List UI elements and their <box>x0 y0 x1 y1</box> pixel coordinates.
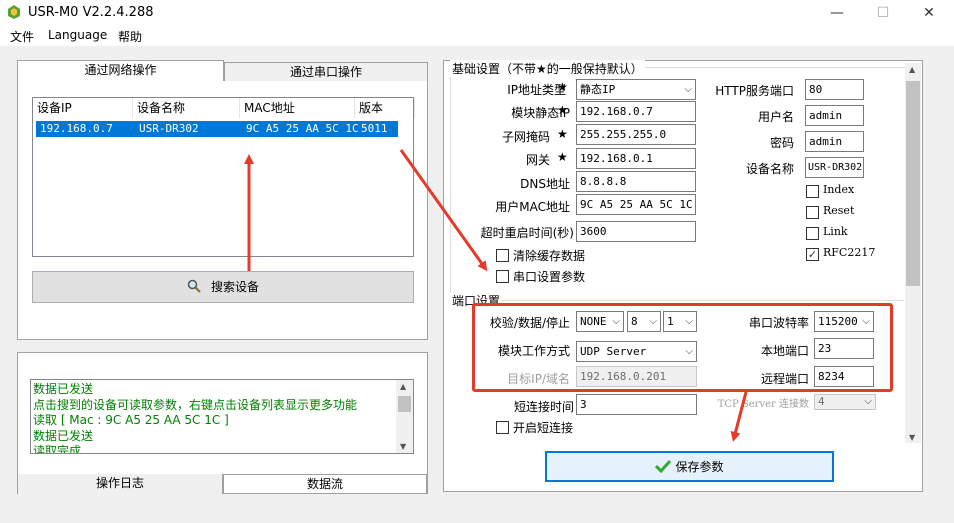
ip-type-label: IP地址类型 <box>507 83 566 97</box>
cell-ip: 192.168.0.7 <box>40 122 113 135</box>
scroll-up-icon[interactable]: ▲ <box>400 382 406 391</box>
mac-label: 用户MAC地址 <box>495 200 570 214</box>
clear-cache-checkbox[interactable] <box>496 249 509 262</box>
window-title: USR-M0 V2.2.4.288 <box>28 5 154 20</box>
index-checkbox[interactable] <box>806 185 819 198</box>
http-port-input[interactable]: 80 <box>805 79 864 100</box>
serial-params-label: 串口设置参数 <box>513 270 586 284</box>
device-name-input[interactable]: USR-DR302 <box>805 157 864 178</box>
cell-mac: 9C A5 25 AA 5C 1C <box>246 122 359 135</box>
cell-name: USR-DR302 <box>139 122 199 135</box>
reboot-time-input[interactable]: 3600 <box>576 221 696 242</box>
index-label: Index <box>823 183 855 196</box>
minimize-button[interactable]: — <box>814 0 860 26</box>
enable-short-conn-label: 开启短连接 <box>513 421 574 435</box>
gateway-input[interactable]: 192.168.0.1 <box>576 148 696 169</box>
network-panel: 设备IP 设备名称 MAC地址 版本 192.168.0.7 USR-DR302… <box>17 81 428 340</box>
tcp-conn-label: TCP Server 连接数 <box>717 399 809 410</box>
maximize-button[interactable]: ☐ <box>860 0 906 26</box>
scroll-down-icon[interactable]: ▼ <box>909 433 915 442</box>
star-icon: ★ <box>557 127 568 141</box>
tab-network[interactable]: 通过网络操作 <box>17 60 224 82</box>
log-textarea[interactable]: 数据已发送 点击搜到的设备可读取参数，右键点击设备列表显示更多功能 读取 [ M… <box>30 379 414 454</box>
scroll-thumb[interactable] <box>398 396 411 412</box>
column-header-name[interactable]: 设备名称 <box>133 98 240 118</box>
static-ip-input[interactable]: 192.168.0.7 <box>576 101 696 122</box>
link-checkbox[interactable] <box>806 227 819 240</box>
star-icon: ★ <box>557 150 568 164</box>
log-line: 点击搜到的设备可读取参数，右键点击设备列表显示更多功能 <box>33 397 358 412</box>
star-icon: ★ <box>557 103 568 117</box>
reboot-time-label: 超时重启时间(秒) <box>480 226 574 240</box>
menu-file[interactable]: 文件 <box>10 28 34 45</box>
log-line: 读取完成 <box>33 444 82 454</box>
cell-version: 5011 <box>361 122 388 135</box>
log-line: 读取 [ Mac : 9C A5 25 AA 5C 1C ] <box>33 413 229 427</box>
tab-serial[interactable]: 通过串口操作 <box>224 62 428 82</box>
checkmark-icon: ✓ <box>807 248 818 261</box>
search-icon <box>187 279 201 293</box>
serial-params-checkbox[interactable] <box>496 270 509 283</box>
log-panel: 数据已发送 点击搜到的设备可读取参数，右键点击设备列表显示更多功能 读取 [ M… <box>17 352 428 494</box>
app-icon <box>8 5 20 19</box>
menu-language[interactable]: Language <box>48 28 107 42</box>
dns-input[interactable]: 8.8.8.8 <box>576 171 696 192</box>
chevron-down-icon: ⌵ <box>684 84 692 95</box>
password-input[interactable]: admin <box>805 131 864 152</box>
rfc2217-label: RFC2217 <box>823 246 876 259</box>
menu-bar: 文件 Language 帮助 <box>0 26 954 46</box>
search-device-button[interactable]: 搜索设备 <box>32 271 414 303</box>
column-header-mac[interactable]: MAC地址 <box>240 98 355 118</box>
ip-type-value: 静态IP <box>580 83 616 96</box>
checkmark-icon <box>655 459 672 474</box>
log-line: 数据已发送 <box>33 382 94 396</box>
scroll-up-icon[interactable]: ▲ <box>909 65 915 74</box>
close-button[interactable]: ✕ <box>906 0 952 26</box>
scroll-thumb[interactable] <box>906 81 920 286</box>
tcp-conn-value: 4 <box>818 395 825 408</box>
column-header-version[interactable]: 版本 <box>355 98 415 118</box>
username-input[interactable]: admin <box>805 105 864 126</box>
menu-help[interactable]: 帮助 <box>118 28 142 45</box>
column-header-ip[interactable]: 设备IP <box>33 98 133 118</box>
tab-operation-log[interactable]: 操作日志 <box>17 474 223 494</box>
username-label: 用户名 <box>757 110 794 124</box>
reset-checkbox[interactable] <box>806 206 819 219</box>
log-scrollbar[interactable]: ▲ ▼ <box>396 380 413 453</box>
save-params-label: 保存参数 <box>675 460 724 474</box>
clear-cache-label: 清除缓存数据 <box>513 249 586 263</box>
scroll-down-icon[interactable]: ▼ <box>400 442 406 451</box>
subnet-mask-label: 子网掩码 <box>501 130 550 144</box>
title-bar: USR-M0 V2.2.4.288 — ☐ ✕ <box>0 0 954 26</box>
device-name-label: 设备名称 <box>745 162 794 176</box>
chevron-down-icon: ⌵ <box>864 396 872 407</box>
short-conn-input[interactable]: 3 <box>576 394 697 415</box>
search-device-label: 搜索设备 <box>210 280 259 294</box>
table-row[interactable]: 192.168.0.7 USR-DR302 9C A5 25 AA 5C 1C … <box>36 121 398 137</box>
dns-label: DNS地址 <box>520 177 570 191</box>
basic-group-title: 基础设置（不带★的一般保持默认） <box>450 60 645 77</box>
http-port-label: HTTP服务端口 <box>715 84 794 98</box>
gateway-label: 网关 <box>525 153 550 167</box>
link-label: Link <box>823 225 848 238</box>
ip-type-select[interactable]: 静态IP ⌵ <box>576 79 696 100</box>
star-icon: ★ <box>557 80 568 94</box>
device-table: 设备IP 设备名称 MAC地址 版本 192.168.0.7 USR-DR302… <box>32 97 415 257</box>
reset-label: Reset <box>823 204 855 217</box>
password-label: 密码 <box>769 136 794 150</box>
static-ip-label: 模块静态IP <box>511 106 570 120</box>
mac-input[interactable]: 9C A5 25 AA 5C 1C <box>576 194 696 215</box>
log-line: 数据已发送 <box>33 428 94 443</box>
save-params-button[interactable]: 保存参数 <box>545 451 834 482</box>
annotation-highlight-box <box>472 303 893 392</box>
tcp-conn-select[interactable]: 4 ⌵ <box>814 394 876 410</box>
rfc2217-checkbox[interactable]: ✓ <box>806 248 819 261</box>
subnet-mask-input[interactable]: 255.255.255.0 <box>576 124 696 145</box>
short-conn-label: 短连接时间 <box>513 400 574 414</box>
settings-scrollbar[interactable]: ▲ ▼ <box>905 63 921 443</box>
tab-data-stream[interactable]: 数据流 <box>223 474 427 494</box>
enable-short-conn-checkbox[interactable] <box>496 421 509 434</box>
